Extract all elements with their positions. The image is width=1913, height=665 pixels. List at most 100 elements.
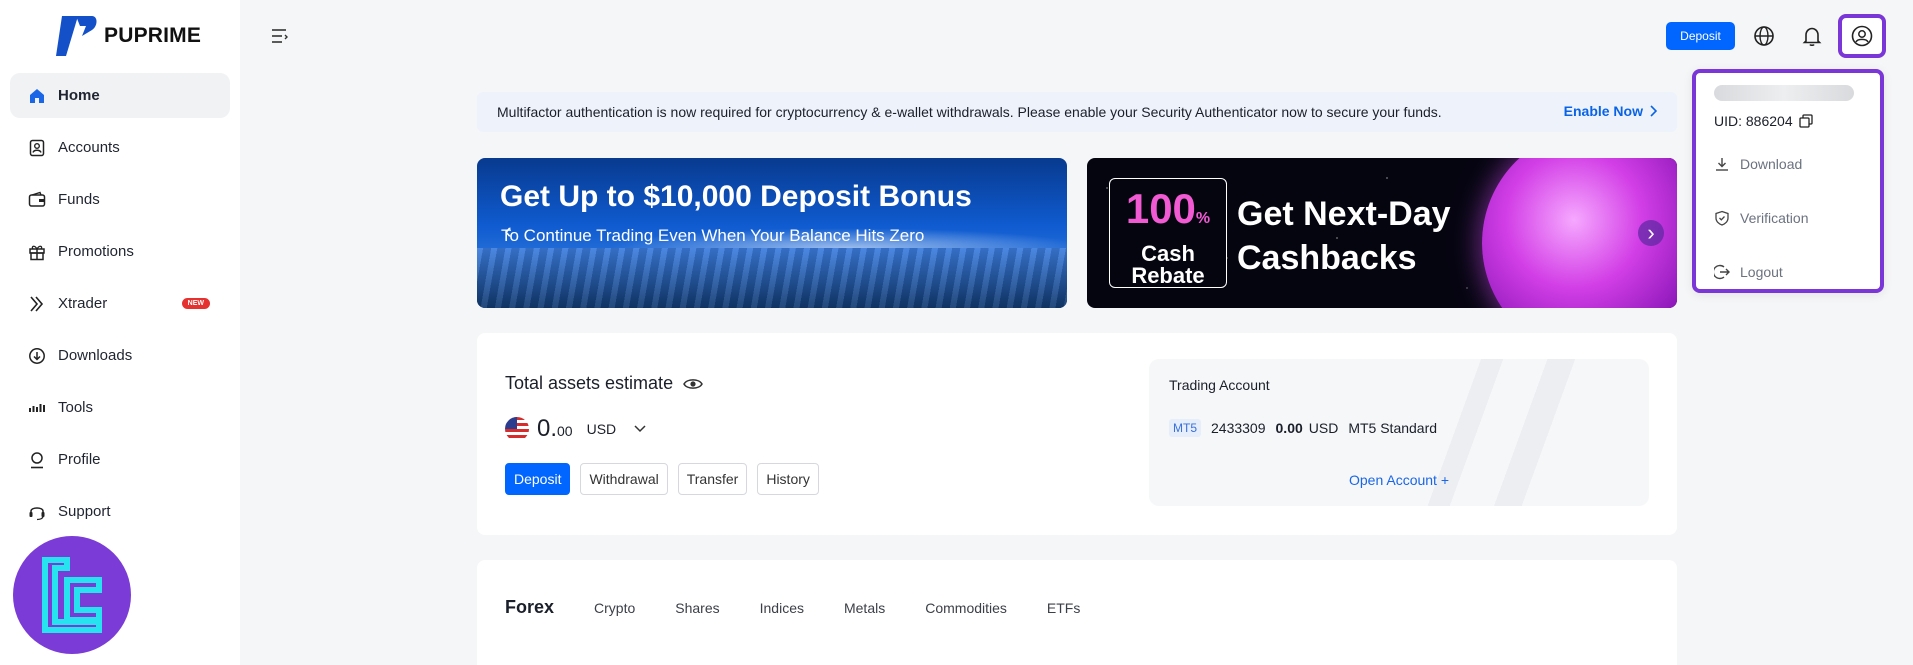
uid-row: UID: 886204 xyxy=(1714,113,1813,129)
user-dropdown-menu: UID: 886204 Download Verification Logout xyxy=(1692,69,1884,293)
total-assets-card: Total assets estimate 0.00 USD Deposit W… xyxy=(477,333,1677,535)
sidebar-item-downloads[interactable]: Downloads xyxy=(10,333,230,378)
eye-icon[interactable] xyxy=(683,377,703,391)
user-avatar-button[interactable] xyxy=(1838,14,1886,58)
sidebar-nav: Home Accounts Funds Promotions Xtrader N… xyxy=(10,73,230,541)
dropdown-item-label: Download xyxy=(1740,156,1803,172)
uid-text: UID: 886204 xyxy=(1714,113,1793,129)
sidebar-item-funds[interactable]: Funds xyxy=(10,177,230,222)
sidebar-item-label: Profile xyxy=(58,451,101,468)
sidebar-item-accounts[interactable]: Accounts xyxy=(10,125,230,170)
balance-decimal: 00 xyxy=(557,423,573,439)
sidebar-item-label: Tools xyxy=(58,399,94,416)
sidebar: PUPRIME Home Accounts Funds Promotions X… xyxy=(0,0,240,665)
copy-icon[interactable] xyxy=(1798,114,1813,128)
banner-title: Get Next-Day Cashbacks xyxy=(1237,195,1451,277)
top-deposit-button[interactable]: Deposit xyxy=(1666,22,1735,50)
enable-now-link[interactable]: Enable Now xyxy=(1564,103,1657,119)
banner-title: Get Up to $10,000 Deposit Bonus xyxy=(500,180,972,213)
platform-badge: MT5 xyxy=(1169,419,1201,437)
balance-integer: 0.00 xyxy=(537,415,573,442)
balance-row: 0.00 USD xyxy=(505,415,646,443)
tab-etfs[interactable]: ETFs xyxy=(1047,600,1080,616)
rebate-line-1: Cash xyxy=(1141,241,1195,266)
tab-crypto[interactable]: Crypto xyxy=(594,600,635,616)
carousel-next-icon[interactable]: › xyxy=(1638,220,1664,246)
bell-icon[interactable] xyxy=(1800,24,1824,48)
assets-title-row: Total assets estimate xyxy=(505,373,703,394)
deposit-bonus-banner[interactable]: Get Up to $10,000 Deposit Bonus To Conti… xyxy=(477,158,1067,308)
accounts-icon xyxy=(29,139,45,156)
tab-commodities[interactable]: Commodities xyxy=(925,600,1007,616)
assets-title: Total assets estimate xyxy=(505,373,674,393)
dropdown-item-logout[interactable]: Logout xyxy=(1714,264,1783,280)
chevron-right-icon xyxy=(1650,105,1657,117)
markets-card: Forex Crypto Shares Indices Metals Commo… xyxy=(477,560,1677,665)
sidebar-item-label: Funds xyxy=(58,191,100,208)
shield-icon xyxy=(1715,210,1729,226)
alert-message: Multifactor authentication is now requir… xyxy=(497,104,1442,120)
tab-metals[interactable]: Metals xyxy=(844,600,885,616)
logout-icon xyxy=(1714,264,1730,280)
trading-account-title: Trading Account xyxy=(1169,377,1270,393)
sidebar-item-support[interactable]: Support xyxy=(10,489,230,534)
rebate-line-2: Rebate xyxy=(1131,263,1205,288)
brand-name: PUPRIME xyxy=(104,24,202,47)
dropdown-item-label: Logout xyxy=(1740,264,1783,280)
rebate-percent-unit: % xyxy=(1195,210,1211,227)
sidebar-item-label: Support xyxy=(58,503,111,520)
blurred-username xyxy=(1714,85,1854,101)
us-flag-icon xyxy=(505,417,529,441)
watermark-logo-icon xyxy=(42,557,102,633)
globe-icon[interactable] xyxy=(1752,24,1776,48)
gift-icon xyxy=(29,245,45,260)
sidebar-item-label: Home xyxy=(58,87,100,104)
sidebar-item-tools[interactable]: Tools xyxy=(10,385,230,430)
carousel-prev-icon[interactable]: ‹ xyxy=(495,218,521,244)
currency-chevron-down-icon[interactable] xyxy=(634,425,646,433)
cash-rebate-badge: 100% Cash Rebate xyxy=(1109,178,1227,288)
download-icon xyxy=(1716,158,1728,171)
user-avatar-icon xyxy=(1851,25,1873,47)
banner-subtitle: To Continue Trading Even When Your Balan… xyxy=(501,226,925,245)
sidebar-item-label: Downloads xyxy=(58,347,133,364)
account-balance: 0.00 xyxy=(1275,420,1303,436)
sidebar-item-home[interactable]: Home xyxy=(10,73,230,118)
trading-account-row[interactable]: MT5 2433309 0.00 USD MT5 Standard xyxy=(1169,419,1437,437)
tab-indices[interactable]: Indices xyxy=(760,600,804,616)
sidebar-item-profile[interactable]: Profile xyxy=(10,437,230,482)
download-icon xyxy=(29,347,45,364)
tab-shares[interactable]: Shares xyxy=(675,600,719,616)
sidebar-item-promotions[interactable]: Promotions xyxy=(10,229,230,274)
headset-icon xyxy=(29,506,45,520)
dropdown-item-download[interactable]: Download xyxy=(1714,156,1802,172)
tools-icon xyxy=(29,403,45,412)
balance-currency: USD xyxy=(586,421,617,437)
brand-logo[interactable]: PUPRIME xyxy=(52,14,201,58)
account-number: 2433309 xyxy=(1211,420,1266,436)
sidebar-item-label: Promotions xyxy=(58,243,134,260)
dropdown-item-verification[interactable]: Verification xyxy=(1714,210,1808,226)
puprime-logo-icon xyxy=(56,16,97,56)
assets-actions: Deposit Withdrawal Transfer History xyxy=(505,463,819,495)
tab-forex[interactable]: Forex xyxy=(505,597,554,618)
transfer-button[interactable]: Transfer xyxy=(677,463,748,495)
home-icon xyxy=(30,88,44,103)
watermark-logo xyxy=(13,536,131,654)
deposit-button[interactable]: Deposit xyxy=(505,463,571,495)
account-currency: USD xyxy=(1308,420,1339,436)
sidebar-item-label: Accounts xyxy=(58,139,120,156)
withdrawal-button[interactable]: Withdrawal xyxy=(580,463,668,495)
new-badge: NEW xyxy=(181,298,210,309)
market-tabs: Forex Crypto Shares Indices Metals Commo… xyxy=(505,597,1080,618)
cashback-banner[interactable]: 100% Cash Rebate Get Next-Day Cashbacks … xyxy=(1087,158,1677,308)
dropdown-item-label: Verification xyxy=(1740,210,1809,226)
open-account-link[interactable]: Open Account + xyxy=(1149,472,1649,488)
sidebar-item-label: Xtrader xyxy=(58,295,108,312)
enable-now-label: Enable Now xyxy=(1563,103,1643,119)
sidebar-item-xtrader[interactable]: Xtrader NEW xyxy=(10,281,230,326)
wallet-icon xyxy=(28,191,46,207)
menu-toggle-icon[interactable] xyxy=(270,26,290,46)
history-button[interactable]: History xyxy=(757,463,819,495)
banner-landscape xyxy=(477,248,1067,308)
